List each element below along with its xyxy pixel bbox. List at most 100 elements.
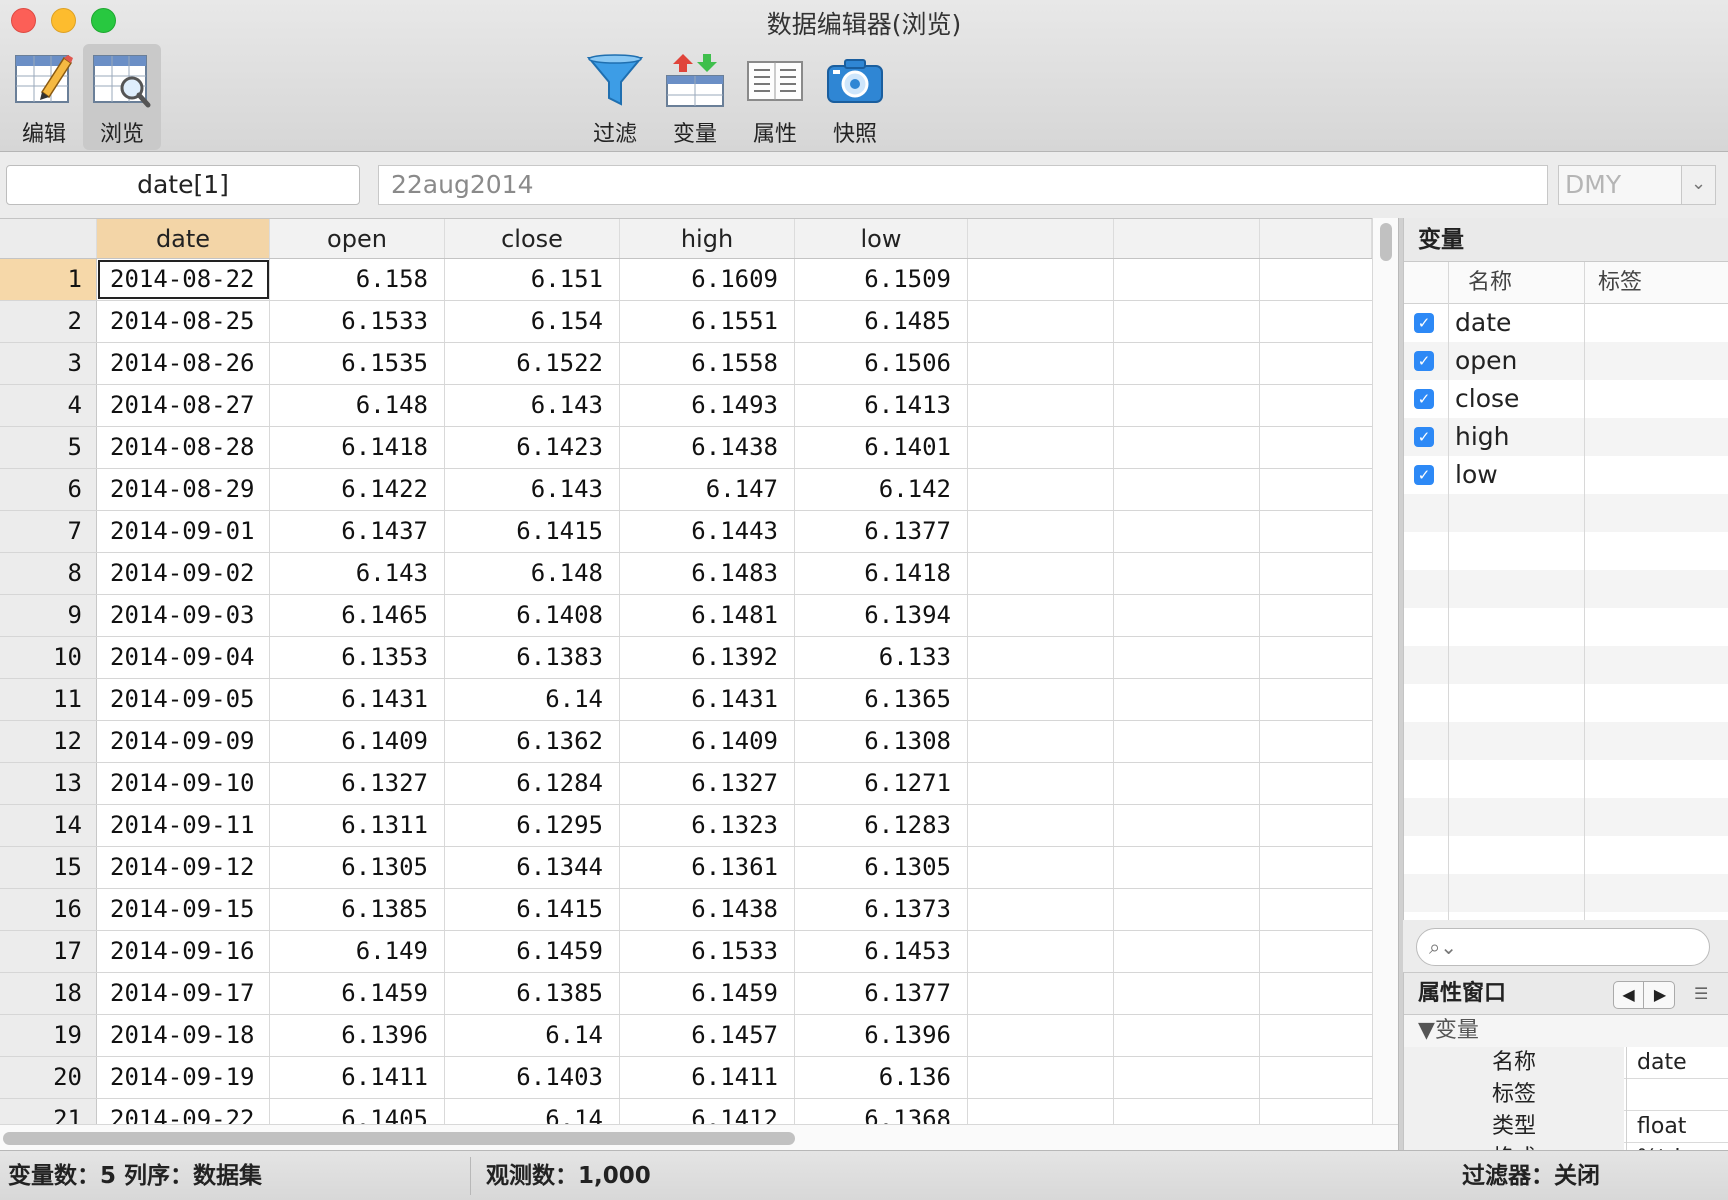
cell-close[interactable]: 6.1362: [445, 721, 620, 762]
cell-empty[interactable]: [1260, 889, 1372, 930]
cell-high[interactable]: 6.1533: [620, 931, 795, 972]
cell-empty[interactable]: [968, 1015, 1114, 1056]
cell-empty[interactable]: [1260, 721, 1372, 762]
cell-low[interactable]: 6.1394: [795, 595, 968, 636]
cell-empty[interactable]: [968, 637, 1114, 678]
cell-empty[interactable]: [968, 343, 1114, 384]
cell-close[interactable]: 6.151: [445, 259, 620, 300]
cell-low[interactable]: 6.133: [795, 637, 968, 678]
cell-empty[interactable]: [968, 805, 1114, 846]
cell-high[interactable]: 6.1323: [620, 805, 795, 846]
cell-low[interactable]: 6.136: [795, 1057, 968, 1098]
cell-date[interactable]: 2014-09-18: [97, 1015, 270, 1056]
cell-empty[interactable]: [968, 385, 1114, 426]
cell-close[interactable]: 6.1415: [445, 889, 620, 930]
cell-high[interactable]: 6.1327: [620, 763, 795, 804]
variable-checkbox[interactable]: ✓: [1414, 427, 1434, 447]
cell-open[interactable]: 6.1465: [270, 595, 445, 636]
cell-open[interactable]: 6.1459: [270, 973, 445, 1014]
cell-close[interactable]: 6.1295: [445, 805, 620, 846]
cell-empty[interactable]: [1260, 259, 1372, 300]
row-number[interactable]: 1: [0, 259, 97, 300]
cell-open[interactable]: 6.143: [270, 553, 445, 594]
cell-empty[interactable]: [1260, 343, 1372, 384]
cell-date[interactable]: 2014-08-22: [97, 259, 270, 300]
variable-checkbox[interactable]: ✓: [1414, 389, 1434, 409]
cell-open[interactable]: 6.1311: [270, 805, 445, 846]
cell-close[interactable]: 6.14: [445, 679, 620, 720]
cell-close[interactable]: 6.143: [445, 469, 620, 510]
column-header-empty[interactable]: [1260, 219, 1372, 258]
variable-item[interactable]: ✓ open: [1404, 342, 1728, 380]
cell-date[interactable]: 2014-08-25: [97, 301, 270, 342]
cell-empty[interactable]: [1114, 1057, 1260, 1098]
cell-open[interactable]: 6.148: [270, 385, 445, 426]
row-number[interactable]: 11: [0, 679, 97, 720]
cell-empty[interactable]: [1114, 847, 1260, 888]
cell-close[interactable]: 6.1415: [445, 511, 620, 552]
cell-value-field[interactable]: 22aug2014: [378, 165, 1548, 205]
cell-empty[interactable]: [1114, 343, 1260, 384]
column-header-empty[interactable]: [1114, 219, 1260, 258]
cell-close[interactable]: 6.1385: [445, 973, 620, 1014]
property-value[interactable]: [1626, 1079, 1728, 1111]
cell-open[interactable]: 6.1411: [270, 1057, 445, 1098]
variables-button[interactable]: 变量: [656, 44, 734, 150]
cell-open[interactable]: 6.1533: [270, 301, 445, 342]
cell-high[interactable]: 6.1558: [620, 343, 795, 384]
row-number[interactable]: 21: [0, 1099, 97, 1124]
previous-arrow-icon[interactable]: ◀: [1614, 982, 1644, 1008]
row-number[interactable]: 5: [0, 427, 97, 468]
name-column-header[interactable]: 名称: [1468, 262, 1512, 304]
cell-empty[interactable]: [1114, 1015, 1260, 1056]
cell-close[interactable]: 6.1522: [445, 343, 620, 384]
cell-empty[interactable]: [1260, 1015, 1372, 1056]
variable-item[interactable]: ✓ date: [1404, 304, 1728, 342]
cell-empty[interactable]: [1260, 385, 1372, 426]
cell-empty[interactable]: [1114, 889, 1260, 930]
cell-date[interactable]: 2014-08-29: [97, 469, 270, 510]
cell-high[interactable]: 6.147: [620, 469, 795, 510]
cell-empty[interactable]: [968, 847, 1114, 888]
cell-empty[interactable]: [1260, 973, 1372, 1014]
cell-date[interactable]: 2014-08-28: [97, 427, 270, 468]
cell-empty[interactable]: [1260, 301, 1372, 342]
cell-date[interactable]: 2014-09-02: [97, 553, 270, 594]
cell-name-field[interactable]: date[1]: [6, 165, 360, 205]
cell-open[interactable]: 6.1385: [270, 889, 445, 930]
cell-empty[interactable]: [968, 1099, 1114, 1124]
cell-open[interactable]: 6.149: [270, 931, 445, 972]
cell-close[interactable]: 6.1459: [445, 931, 620, 972]
cell-low[interactable]: 6.1509: [795, 259, 968, 300]
cell-date[interactable]: 2014-09-03: [97, 595, 270, 636]
properties-button[interactable]: 属性: [736, 44, 814, 150]
cell-date[interactable]: 2014-09-17: [97, 973, 270, 1014]
row-number[interactable]: 14: [0, 805, 97, 846]
row-number[interactable]: 16: [0, 889, 97, 930]
column-header-open[interactable]: open: [270, 219, 445, 258]
properties-section-variables[interactable]: ▼变量: [1404, 1015, 1728, 1047]
cell-empty[interactable]: [1260, 1057, 1372, 1098]
cell-date[interactable]: 2014-09-11: [97, 805, 270, 846]
cell-date[interactable]: 2014-08-26: [97, 343, 270, 384]
format-dropdown-button[interactable]: ⌄: [1681, 165, 1716, 205]
cell-high[interactable]: 6.1411: [620, 1057, 795, 1098]
vertical-scroll-thumb[interactable]: [1380, 223, 1392, 261]
cell-close[interactable]: 6.1284: [445, 763, 620, 804]
cell-close[interactable]: 6.154: [445, 301, 620, 342]
cell-low[interactable]: 6.142: [795, 469, 968, 510]
horizontal-scroll-thumb[interactable]: [3, 1132, 795, 1145]
cell-low[interactable]: 6.1453: [795, 931, 968, 972]
cell-open[interactable]: 6.1405: [270, 1099, 445, 1124]
property-row[interactable]: 类型 float: [1404, 1111, 1728, 1143]
cell-empty[interactable]: [1114, 931, 1260, 972]
cell-close[interactable]: 6.1383: [445, 637, 620, 678]
property-row[interactable]: 标签: [1404, 1079, 1728, 1111]
row-number[interactable]: 6: [0, 469, 97, 510]
row-number[interactable]: 10: [0, 637, 97, 678]
cell-empty[interactable]: [1114, 637, 1260, 678]
cell-empty[interactable]: [1114, 427, 1260, 468]
cell-empty[interactable]: [1114, 595, 1260, 636]
cell-low[interactable]: 6.1401: [795, 427, 968, 468]
cell-high[interactable]: 6.1443: [620, 511, 795, 552]
